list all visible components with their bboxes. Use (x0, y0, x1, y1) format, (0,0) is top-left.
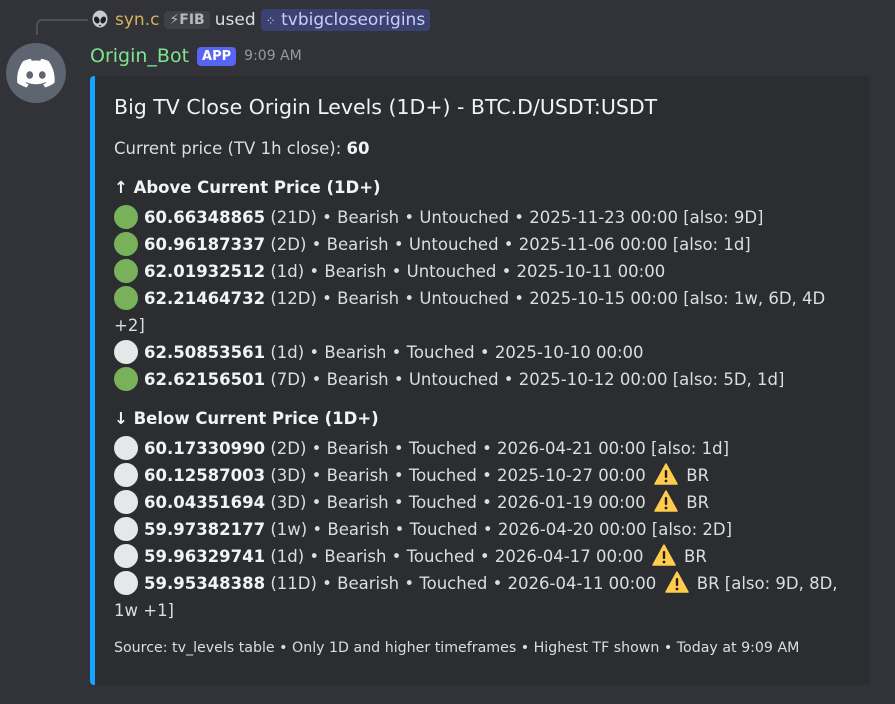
embed-card: Big TV Close Origin Levels (1D+) - BTC.D… (90, 76, 870, 685)
level-details: (21D) • Bearish • Untouched • 2025-11-23… (265, 208, 764, 227)
level-price: 62.21464732 (144, 289, 266, 308)
discord-logo-icon (17, 58, 55, 88)
white-circle-icon (114, 490, 138, 514)
level-details: (1d) • Bearish • Touched • 2026-04-17 00… (265, 547, 644, 566)
level-details: (11D) • Bearish • Touched • 2026-04-11 0… (265, 574, 657, 593)
level-row: 60.17330990 (2D) • Bearish • Touched • 2… (114, 435, 858, 462)
level-row: 62.62156501 (7D) • Bearish • Untouched •… (114, 366, 858, 393)
white-circle-icon (114, 517, 138, 541)
level-price: 62.62156501 (144, 370, 266, 389)
level-details: (1w) • Bearish • Touched • 2026-04-20 00… (265, 520, 733, 539)
level-row: 62.01932512 (1d) • Bearish • Untouched •… (114, 258, 858, 285)
level-row: 62.21464732 (12D) • Bearish • Untouched … (114, 285, 858, 339)
command-icon: ⁘ (265, 14, 276, 28)
warning-icon (652, 544, 676, 566)
above-levels-list: 60.66348865 (21D) • Bearish • Untouched … (114, 204, 858, 393)
embed-footer: Source: tv_levels table • Only 1D and hi… (114, 640, 800, 656)
reply-used-text: used (214, 10, 256, 30)
level-details: (2D) • Bearish • Untouched • 2025-11-06 … (265, 235, 751, 254)
message-header: Origin_Bot APP 9:09 AM (90, 42, 302, 70)
level-price: 59.97382177 (144, 520, 266, 539)
level-price: 59.96329741 (144, 547, 266, 566)
level-price: 59.95348388 (144, 574, 266, 593)
alien-avatar-icon (92, 10, 108, 28)
green-circle-icon (114, 367, 138, 391)
white-circle-icon (114, 571, 138, 595)
slash-command[interactable]: ⁘ tvbigcloseorigins (260, 9, 431, 31)
warning-icon (654, 463, 678, 485)
level-price: 62.50853561 (144, 343, 266, 362)
level-price: 60.66348865 (144, 208, 266, 227)
level-tail: BR (678, 547, 707, 566)
level-tail: BR (681, 493, 710, 512)
above-header: ↑ Above Current Price (1D+) (114, 178, 381, 197)
green-circle-icon (114, 286, 138, 310)
level-details: (7D) • Bearish • Untouched • 2025-10-12 … (265, 370, 785, 389)
reply-connector (36, 19, 88, 35)
level-row: 60.12587003 (3D) • Bearish • Touched • 2… (114, 462, 858, 489)
below-header: ↓ Below Current Price (1D+) (114, 409, 379, 428)
level-price: 62.01932512 (144, 262, 266, 281)
level-row: 60.04351694 (3D) • Bearish • Touched • 2… (114, 489, 858, 516)
message-timestamp[interactable]: 9:09 AM (244, 48, 302, 64)
level-price: 60.96187337 (144, 235, 266, 254)
white-circle-icon (114, 436, 138, 460)
level-details: (1d) • Bearish • Untouched • 2025-10-11 … (265, 262, 666, 281)
level-row: 59.97382177 (1w) • Bearish • Touched • 2… (114, 516, 858, 543)
level-row: 59.95348388 (11D) • Bearish • Touched • … (114, 570, 858, 624)
white-circle-icon (114, 544, 138, 568)
level-details: (3D) • Bearish • Touched • 2026-01-19 00… (265, 493, 646, 512)
server-tag: ⚡FIB (164, 11, 210, 29)
below-levels-list: 60.17330990 (2D) • Bearish • Touched • 2… (114, 435, 858, 624)
app-badge: APP (197, 46, 237, 66)
embed-title: Big TV Close Origin Levels (1D+) - BTC.D… (114, 95, 658, 119)
bot-avatar[interactable] (6, 43, 66, 103)
level-price: 60.17330990 (144, 439, 266, 458)
level-details: (3D) • Bearish • Touched • 2025-10-27 00… (265, 466, 646, 485)
level-tail: BR (681, 466, 710, 485)
white-circle-icon (114, 463, 138, 487)
level-price: 60.12587003 (144, 466, 266, 485)
green-circle-icon (114, 259, 138, 283)
reply-context[interactable]: syn.c ⚡FIB used ⁘ tvbigcloseorigins (90, 7, 431, 33)
level-row: 59.96329741 (1d) • Bearish • Touched • 2… (114, 543, 858, 570)
warning-icon (654, 490, 678, 512)
level-row: 60.96187337 (2D) • Bearish • Untouched •… (114, 231, 858, 258)
current-price: Current price (TV 1h close): 60 (114, 139, 369, 158)
warning-icon (664, 571, 689, 593)
reply-username[interactable]: syn.c (115, 10, 159, 30)
green-circle-icon (114, 232, 138, 256)
bot-name[interactable]: Origin_Bot (90, 45, 189, 67)
green-circle-icon (114, 205, 138, 229)
white-circle-icon (114, 340, 138, 364)
level-row: 60.66348865 (21D) • Bearish • Untouched … (114, 204, 858, 231)
level-price: 60.04351694 (144, 493, 266, 512)
current-price-label: Current price (TV 1h close): (114, 139, 347, 158)
level-row: 62.50853561 (1d) • Bearish • Touched • 2… (114, 339, 858, 366)
level-details: (2D) • Bearish • Touched • 2026-04-21 00… (265, 439, 730, 458)
command-name: tvbigcloseorigins (281, 10, 426, 30)
current-price-value: 60 (346, 139, 370, 158)
level-details: (1d) • Bearish • Touched • 2025-10-10 00… (265, 343, 644, 362)
